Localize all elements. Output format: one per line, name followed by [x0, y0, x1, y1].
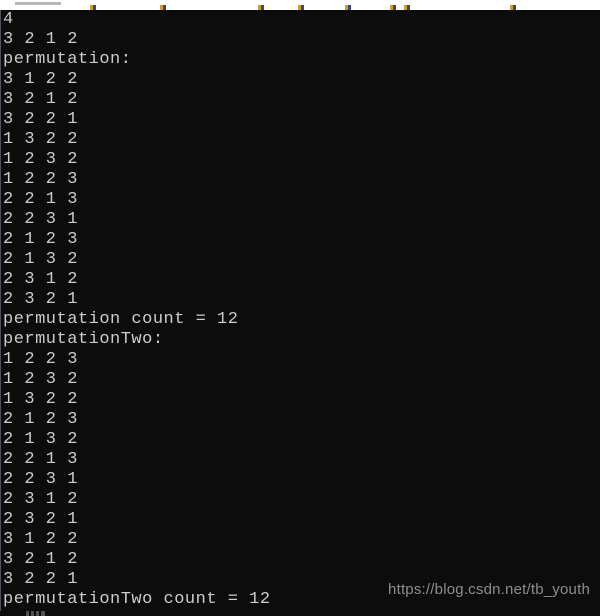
- screen: 43 2 1 2 permutation: 3 1 2 23 2 1 23 2 2 …: [0, 0, 600, 616]
- console-line: 1 2 3 2: [3, 370, 78, 389]
- taskbar-strip-clipped[interactable]: [0, 611, 600, 616]
- console-line: 3 2 1 2: [3, 90, 78, 109]
- console-line: 2 1 2 3: [3, 410, 78, 429]
- console-line: 3 1 2 2: [3, 530, 78, 549]
- console-line: 2 3 2 1: [3, 510, 78, 529]
- console-line: permutation count = 12: [3, 310, 239, 329]
- console-line: 2 2 3 1: [3, 470, 78, 489]
- console-line: permutationTwo count = 12: [3, 590, 271, 609]
- console-line: 1 2 3 2: [3, 150, 78, 169]
- console-line: 3 2 2 1: [3, 570, 78, 589]
- console-line: 2 1 3 2: [3, 430, 78, 449]
- console-line: 3 2 2 1: [3, 110, 78, 129]
- console-line: 2 3 1 2: [3, 270, 78, 289]
- console-line: 1 3 2 2: [3, 130, 78, 149]
- console-line: 3 2 1 2: [3, 30, 78, 49]
- taskbar-fragment-3: [36, 611, 39, 616]
- titlebar-fragment-gray: [15, 2, 61, 5]
- console-line: 1 2 2 3: [3, 170, 78, 189]
- taskbar-fragment-1: [26, 611, 29, 616]
- console-line: 2 2 1 3: [3, 190, 78, 209]
- console-output-area[interactable]: 43 2 1 2 permutation: 3 1 2 23 2 1 23 2 2 …: [0, 10, 600, 616]
- console-line: 2 3 1 2: [3, 490, 78, 509]
- taskbar-fragment-4: [41, 611, 45, 616]
- console-line: 2 2 3 1: [3, 210, 78, 229]
- console-line: 3 2 1 2: [3, 550, 78, 569]
- console-line: 2 1 2 3: [3, 230, 78, 249]
- console-line: 4: [3, 10, 14, 29]
- window-title-bar-clipped[interactable]: [0, 0, 600, 10]
- console-line: 1 2 2 3: [3, 350, 78, 369]
- console-line: permutationTwo:: [3, 330, 164, 349]
- console-line: 3 1 2 2: [3, 70, 78, 89]
- console-left-edge-marker: [0, 10, 1, 616]
- console-line-list: 43 2 1 2 permutation: 3 1 2 23 2 1 23 2 2 …: [0, 10, 271, 610]
- taskbar-fragment-2: [31, 611, 34, 616]
- csdn-watermark: https://blog.csdn.net/tb_youth: [388, 581, 590, 598]
- console-line: 2 2 1 3: [3, 450, 78, 469]
- console-line: 1 3 2 2: [3, 390, 78, 409]
- console-line: 2 1 3 2: [3, 250, 78, 269]
- console-line: permutation:: [3, 50, 132, 69]
- console-line: 2 3 2 1: [3, 290, 78, 309]
